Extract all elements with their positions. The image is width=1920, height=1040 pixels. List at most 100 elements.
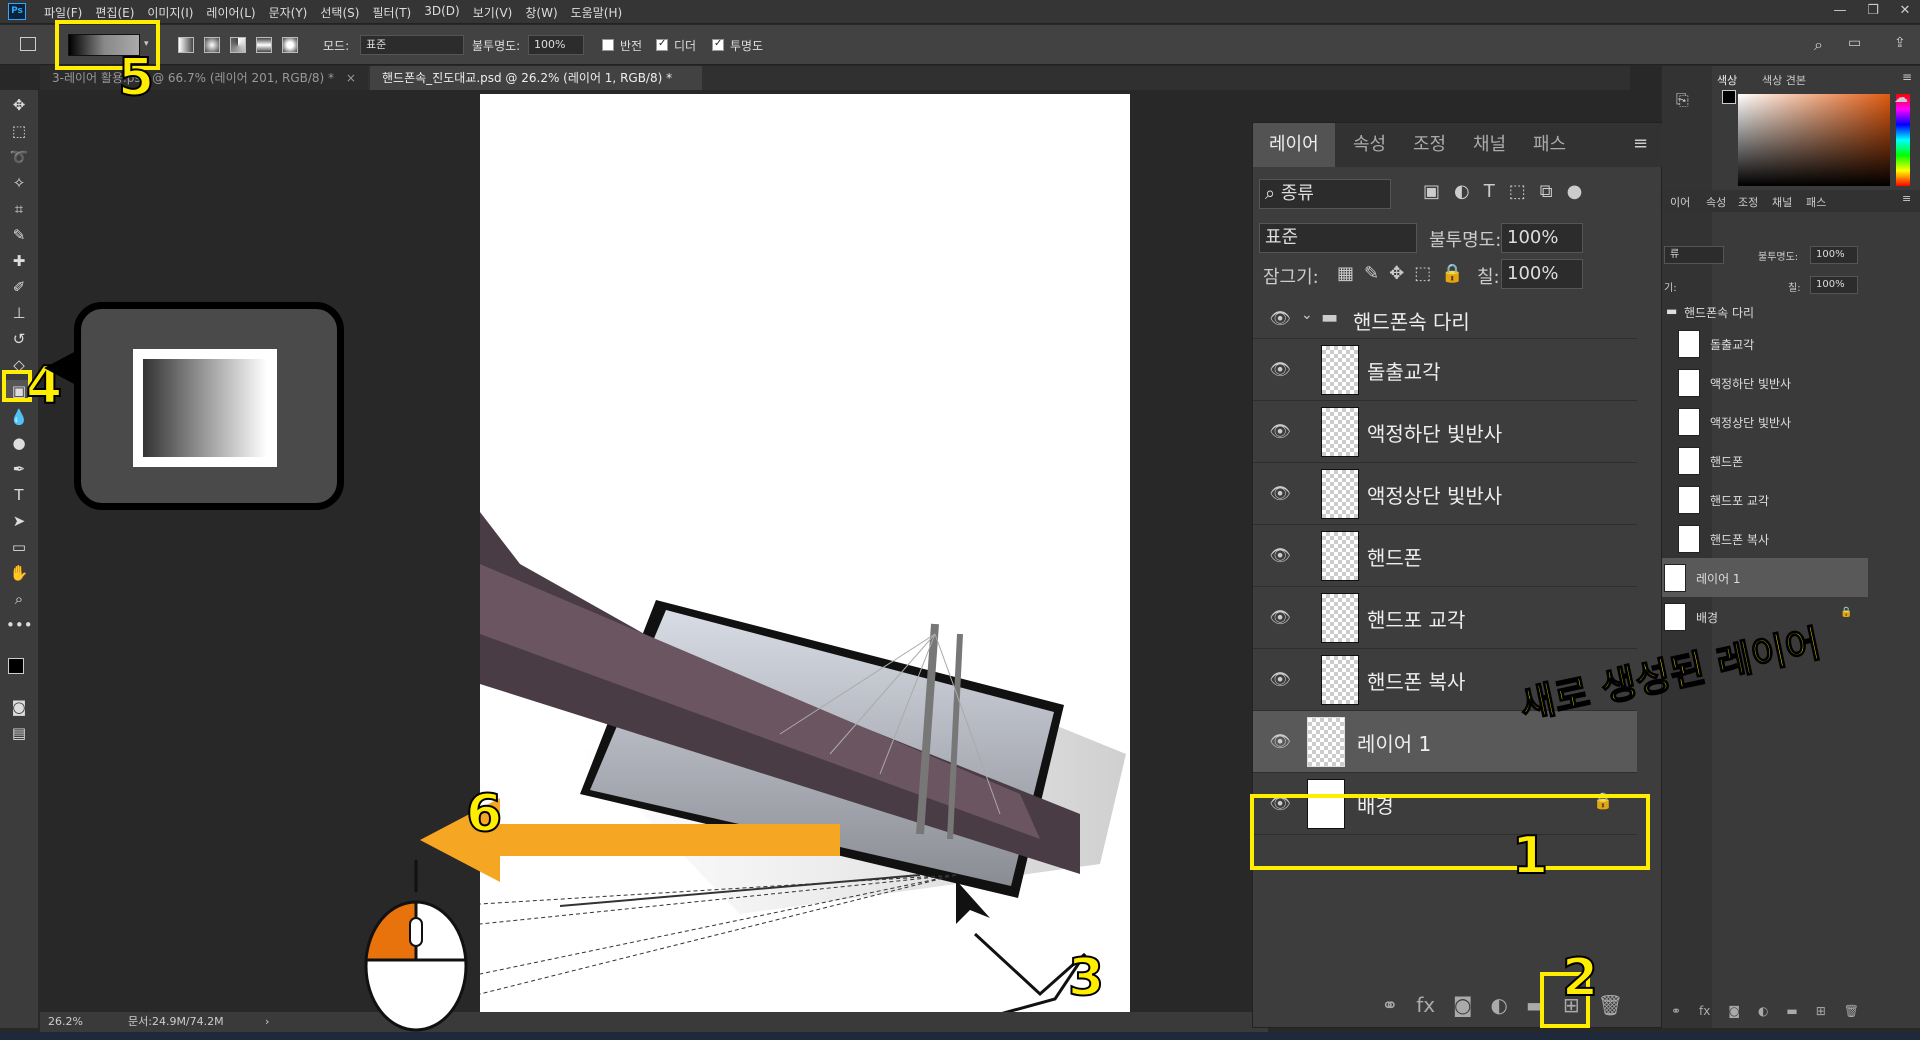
- mini-opacity-input[interactable]: 100%: [1810, 246, 1858, 264]
- lock-transparent-icon[interactable]: ▦: [1337, 263, 1354, 284]
- path-select-icon[interactable]: ➤: [6, 510, 32, 532]
- dodge-tool-icon[interactable]: ●: [6, 432, 32, 454]
- linear-gradient-icon[interactable]: [178, 37, 194, 53]
- eye-icon[interactable]: 👁: [1267, 306, 1293, 332]
- type-tool-icon[interactable]: T: [6, 484, 32, 506]
- healing-brush-icon[interactable]: ✚: [6, 250, 32, 272]
- menu-select[interactable]: 선택(S): [320, 4, 359, 21]
- mini-layer-row-selected[interactable]: 레이어 1: [1662, 558, 1868, 597]
- search-icon[interactable]: ⌕: [1814, 35, 1823, 55]
- type-filter-icon[interactable]: T: [1484, 181, 1495, 202]
- mini-layer-group[interactable]: ▬ 핸드폰속 다리: [1662, 300, 1868, 324]
- mini-layer-row[interactable]: 핸드포 교각: [1662, 480, 1868, 519]
- panel-menu-icon[interactable]: ≡: [1633, 133, 1648, 154]
- mini-fill-input[interactable]: 100%: [1810, 276, 1858, 294]
- layer-opacity-input[interactable]: 100%: [1501, 223, 1583, 253]
- layer-row[interactable]: 👁 액정상단 빛반사: [1253, 463, 1637, 525]
- smart-object-filter-icon[interactable]: ⧉: [1540, 181, 1553, 202]
- angle-gradient-icon[interactable]: [230, 37, 246, 53]
- layer-row-selected[interactable]: 👁 레이어 1: [1253, 711, 1637, 773]
- hand-tool-icon[interactable]: ✋: [6, 562, 32, 584]
- menu-view[interactable]: 보기(V): [473, 4, 513, 21]
- add-mask-icon[interactable]: ◙: [1728, 1004, 1740, 1024]
- share-icon[interactable]: ⇪: [1894, 35, 1906, 51]
- tab-layers[interactable]: 레이어: [1253, 123, 1335, 167]
- screen-mode-icon[interactable]: ▤: [6, 722, 32, 744]
- eye-icon[interactable]: 👁: [1267, 419, 1293, 445]
- mini-filter-select[interactable]: 류: [1664, 246, 1724, 264]
- menu-window[interactable]: 창(W): [525, 4, 557, 21]
- mini-tab-adjustments[interactable]: 조정: [1738, 194, 1758, 210]
- mini-tab-paths[interactable]: 패스: [1806, 194, 1826, 210]
- move-tool-icon[interactable]: ✥: [6, 94, 32, 116]
- chevron-down-icon[interactable]: ⌄: [1301, 307, 1313, 323]
- color-field[interactable]: [1738, 94, 1890, 186]
- tab-adjustments[interactable]: 조정: [1397, 123, 1462, 167]
- layer-row[interactable]: 👁 핸드포 교각: [1253, 587, 1637, 649]
- filter-kind-select[interactable]: ⌕ 종류: [1259, 179, 1391, 209]
- close-tab-icon[interactable]: ×: [346, 71, 356, 85]
- gradient-tool-preset-icon[interactable]: [20, 37, 36, 51]
- menu-layer[interactable]: 레이어(L): [206, 4, 255, 21]
- tab-channels[interactable]: 채널: [1457, 123, 1522, 167]
- eyedropper-icon[interactable]: ✎: [6, 224, 32, 246]
- magic-wand-icon[interactable]: ✧: [6, 172, 32, 194]
- zoom-tool-icon[interactable]: ⌕: [6, 588, 32, 610]
- adjustment-filter-icon[interactable]: ◐: [1454, 181, 1470, 202]
- adjustment-layer-icon[interactable]: ◐: [1490, 993, 1507, 1017]
- marquee-tool-icon[interactable]: ⬚: [6, 120, 32, 142]
- tab-swatches[interactable]: 색상 견본: [1762, 72, 1806, 88]
- dither-checkbox[interactable]: [656, 38, 668, 51]
- opacity-input[interactable]: 100%: [528, 35, 584, 55]
- shape-filter-icon[interactable]: ⬚: [1509, 181, 1526, 202]
- eye-icon[interactable]: 👁: [1267, 729, 1293, 755]
- shape-tool-icon[interactable]: ▭: [6, 536, 32, 558]
- quick-mask-icon[interactable]: ◙: [6, 696, 32, 718]
- chevron-right-icon[interactable]: ›: [265, 1012, 269, 1032]
- adjustment-layer-icon[interactable]: ◐: [1758, 1004, 1768, 1024]
- minimize-icon[interactable]: —: [1825, 0, 1855, 22]
- menu-edit[interactable]: 편집(E): [95, 4, 134, 21]
- tab-properties[interactable]: 속성: [1337, 123, 1402, 167]
- tab-color[interactable]: 색상: [1717, 72, 1737, 88]
- trash-icon[interactable]: 🗑: [1598, 993, 1623, 1017]
- menu-help[interactable]: 도움말(H): [571, 4, 623, 21]
- blend-mode-select[interactable]: 표준: [1259, 223, 1417, 253]
- more-tools-icon[interactable]: •••: [6, 614, 33, 636]
- new-layer-icon[interactable]: ⊞: [1816, 1004, 1826, 1024]
- link-layers-icon[interactable]: ⚭: [1671, 1004, 1681, 1024]
- lock-position-icon[interactable]: ✥: [1389, 263, 1404, 284]
- transparency-checkbox[interactable]: [712, 38, 724, 51]
- trash-icon[interactable]: 🗑: [1844, 1004, 1859, 1024]
- eye-icon[interactable]: 👁: [1267, 357, 1293, 383]
- libraries-icon[interactable]: ☁: [1894, 90, 1916, 108]
- brush-tool-icon[interactable]: ✐: [6, 276, 32, 298]
- layer-group[interactable]: 👁 ⌄ ▬ 핸드폰속 다리: [1253, 299, 1637, 339]
- stamp-tool-icon[interactable]: ⊥: [6, 302, 32, 324]
- restore-icon[interactable]: ❐: [1858, 0, 1888, 22]
- mode-select[interactable]: 표준: [360, 35, 464, 55]
- eye-icon[interactable]: 👁: [1267, 667, 1293, 693]
- mini-tab-layers[interactable]: 이어: [1670, 194, 1690, 210]
- lock-artboard-icon[interactable]: ⬚: [1414, 263, 1431, 284]
- radial-gradient-icon[interactable]: [204, 37, 220, 53]
- mini-layer-row[interactable]: 액정상단 빛반사: [1662, 402, 1868, 441]
- fx-icon[interactable]: fx: [1699, 1004, 1710, 1024]
- panel-menu-icon[interactable]: ≡: [1902, 70, 1912, 84]
- foreground-color-swatch[interactable]: [8, 658, 24, 674]
- history-icon[interactable]: ⎘: [1676, 90, 1689, 110]
- foreground-swatch[interactable]: [1722, 90, 1736, 104]
- workspace-icon[interactable]: ▭: [1848, 35, 1861, 51]
- doc-size[interactable]: 문서:24.9M/74.2M: [128, 1012, 224, 1032]
- close-icon[interactable]: ✕: [1890, 0, 1920, 22]
- panel-menu-icon[interactable]: ≡: [1902, 192, 1911, 205]
- pen-tool-icon[interactable]: ✒: [6, 458, 32, 480]
- tab-paths[interactable]: 패스: [1517, 123, 1582, 167]
- diamond-gradient-icon[interactable]: [282, 37, 298, 53]
- eye-icon[interactable]: 👁: [1267, 605, 1293, 631]
- filter-toggle-icon[interactable]: ●: [1567, 181, 1583, 202]
- link-layers-icon[interactable]: ⚭: [1381, 993, 1398, 1017]
- menu-file[interactable]: 파일(F): [44, 4, 82, 21]
- crop-tool-icon[interactable]: ⌗: [6, 198, 32, 220]
- doc-tab-2[interactable]: 핸드폰속_진도대교.psd @ 26.2% (레이어 1, RGB/8) * ×: [370, 66, 702, 109]
